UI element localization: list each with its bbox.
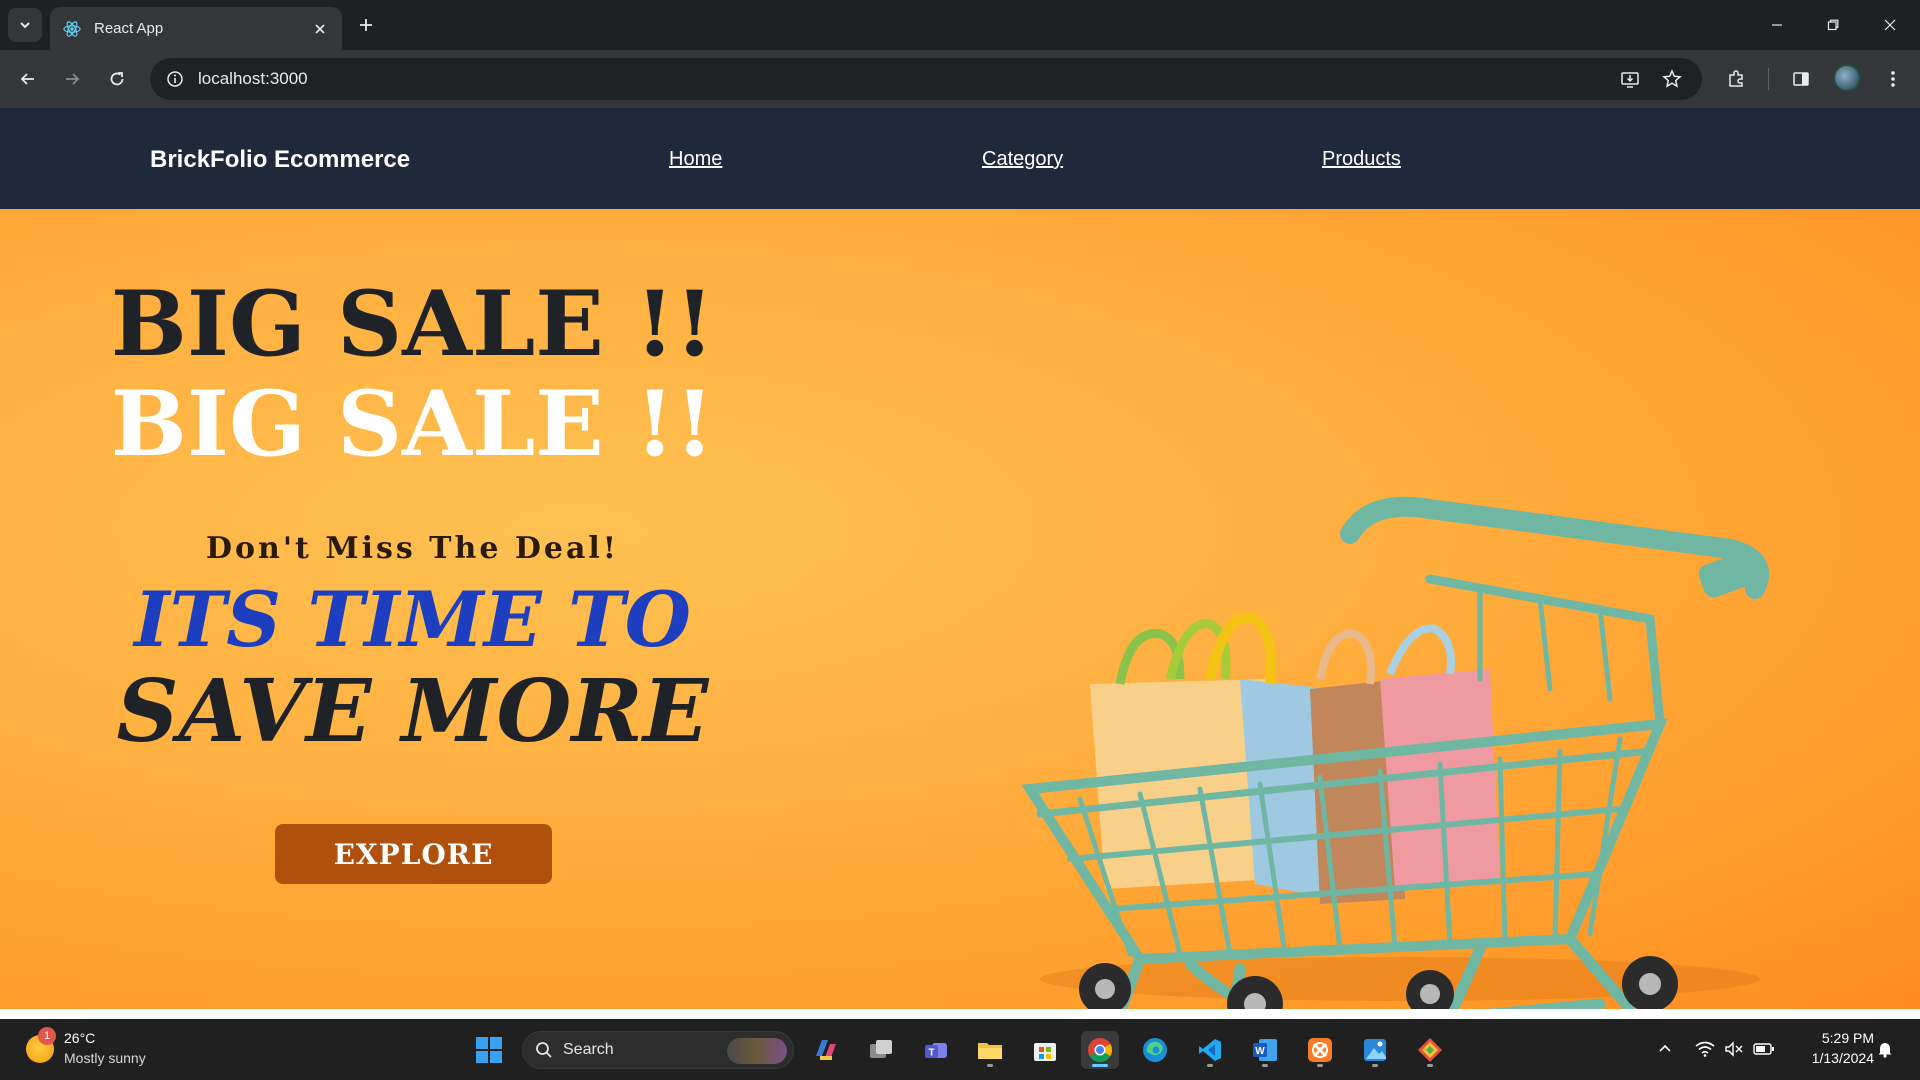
windows-taskbar: 1 26°C Mostly sunny Search T W 5:29 PM 1… bbox=[0, 1019, 1920, 1080]
svg-text:W: W bbox=[1255, 1046, 1265, 1057]
react-icon bbox=[62, 19, 82, 39]
battery-status[interactable] bbox=[1752, 1037, 1776, 1061]
headline-dark: BIG SALE !! bbox=[110, 271, 715, 377]
page-bottom-strip bbox=[0, 1009, 1920, 1019]
side-panel-icon bbox=[1793, 72, 1809, 86]
browser-toolbar: localhost:3000 bbox=[0, 50, 1920, 108]
close-window-button[interactable] bbox=[1873, 10, 1907, 40]
bell-icon bbox=[1878, 1043, 1892, 1058]
notifications-button[interactable] bbox=[1873, 1037, 1897, 1061]
minimize-button[interactable] bbox=[1760, 10, 1794, 40]
taskbar-teams[interactable]: T bbox=[917, 1031, 955, 1069]
restore-icon bbox=[1827, 19, 1839, 31]
taskbar-store[interactable] bbox=[1026, 1031, 1064, 1069]
taskbar-git-tool[interactable] bbox=[1411, 1031, 1449, 1069]
start-button[interactable] bbox=[470, 1031, 508, 1069]
close-icon[interactable] bbox=[310, 19, 330, 39]
speaker-muted-icon bbox=[1725, 1041, 1743, 1057]
search-placeholder: Search bbox=[563, 1041, 614, 1058]
taskbar-vscode[interactable] bbox=[1191, 1031, 1229, 1069]
bookmark-star-icon[interactable] bbox=[1656, 63, 1688, 95]
taskbar-copilot[interactable] bbox=[807, 1031, 845, 1069]
toolbar-divider bbox=[1768, 68, 1769, 90]
battery-icon bbox=[1753, 1043, 1774, 1055]
chevron-down-icon bbox=[20, 22, 30, 29]
tab-search-button[interactable] bbox=[8, 8, 42, 42]
weather-badge: 1 bbox=[38, 1027, 56, 1045]
task-view-icon bbox=[870, 1040, 892, 1058]
taskbar-file-explorer[interactable] bbox=[971, 1031, 1009, 1069]
kebab-menu-icon bbox=[1891, 71, 1895, 87]
windows-logo-icon bbox=[476, 1037, 502, 1063]
reload-button[interactable] bbox=[101, 63, 133, 95]
hero-banner: BIG SALE !! BIG SALE !! Don't Miss The D… bbox=[0, 209, 1920, 1009]
arrow-right-icon bbox=[66, 73, 80, 85]
edge-icon bbox=[1143, 1038, 1167, 1062]
store-icon bbox=[1034, 1043, 1056, 1061]
word-icon: W bbox=[1253, 1039, 1277, 1061]
folder-icon bbox=[978, 1043, 1002, 1059]
headline-white: BIG SALE !! bbox=[110, 371, 715, 477]
volume-status[interactable] bbox=[1722, 1037, 1746, 1061]
search-icon bbox=[536, 1042, 552, 1058]
extensions-button[interactable] bbox=[1720, 63, 1752, 95]
taskbar-word[interactable]: W bbox=[1246, 1031, 1284, 1069]
new-tab-button[interactable] bbox=[352, 11, 380, 39]
taskbar-photos[interactable] bbox=[1356, 1031, 1394, 1069]
git-diamond-icon bbox=[1418, 1038, 1442, 1062]
back-button[interactable] bbox=[12, 63, 44, 95]
clock-time: 5:29 PM bbox=[1821, 1030, 1874, 1046]
arrow-left-icon bbox=[20, 73, 34, 85]
xampp-icon bbox=[1308, 1038, 1332, 1062]
wifi-status[interactable] bbox=[1693, 1037, 1717, 1061]
taskbar-xampp[interactable] bbox=[1301, 1031, 1339, 1069]
copilot-icon bbox=[816, 1040, 836, 1060]
restore-button[interactable] bbox=[1816, 10, 1850, 40]
close-icon bbox=[1884, 19, 1896, 31]
teams-icon: T bbox=[925, 1043, 947, 1059]
site-info-icon[interactable] bbox=[154, 58, 196, 100]
side-panel-button[interactable] bbox=[1785, 63, 1817, 95]
install-app-icon[interactable] bbox=[1614, 63, 1646, 95]
taskbar-chrome[interactable] bbox=[1081, 1031, 1119, 1069]
nav-link-home[interactable]: Home bbox=[669, 148, 722, 171]
forward-button[interactable] bbox=[56, 63, 88, 95]
svg-text:T: T bbox=[928, 1048, 934, 1059]
address-bar[interactable]: localhost:3000 bbox=[150, 58, 1702, 100]
reload-icon bbox=[110, 72, 124, 86]
taskbar-task-view[interactable] bbox=[862, 1031, 900, 1069]
search-highlight-image bbox=[727, 1038, 787, 1064]
shopping-cart-image bbox=[1021, 496, 1769, 1009]
nav-link-category[interactable]: Category bbox=[982, 148, 1063, 171]
weather-description: Mostly sunny bbox=[64, 1050, 146, 1066]
chevron-up-icon bbox=[1659, 1044, 1671, 1052]
clock-date: 1/13/2024 bbox=[1811, 1050, 1874, 1066]
photos-icon bbox=[1364, 1039, 1386, 1061]
plus-icon bbox=[360, 19, 372, 31]
chrome-icon bbox=[1088, 1038, 1113, 1063]
browser-tab[interactable]: React App bbox=[50, 7, 342, 50]
hero-line-dark: SAVE MORE bbox=[116, 661, 709, 762]
hero-line-blue: ITS TIME TO bbox=[134, 575, 691, 664]
vscode-icon bbox=[1199, 1039, 1221, 1061]
nav-link-products[interactable]: Products bbox=[1322, 148, 1401, 171]
menu-button[interactable] bbox=[1877, 63, 1909, 95]
browser-tab-bar: React App bbox=[0, 0, 1920, 50]
taskbar-search[interactable]: Search bbox=[522, 1031, 794, 1069]
hero-text-block: BIG SALE !! BIG SALE !! Don't Miss The D… bbox=[0, 209, 825, 1009]
hero-tagline: Don't Miss The Deal! bbox=[206, 531, 619, 566]
profile-avatar[interactable] bbox=[1833, 64, 1861, 92]
weather-temperature: 26°C bbox=[64, 1030, 96, 1046]
wifi-icon bbox=[1695, 1041, 1715, 1057]
minimize-icon bbox=[1772, 24, 1782, 26]
url-text: localhost:3000 bbox=[198, 69, 308, 88]
brand-logo-text[interactable]: BrickFolio Ecommerce bbox=[150, 146, 410, 174]
explore-button[interactable]: EXPLORE bbox=[275, 824, 552, 884]
show-hidden-icons[interactable] bbox=[1653, 1037, 1677, 1061]
tab-title: React App bbox=[94, 20, 164, 37]
site-navbar: BrickFolio Ecommerce Home Category Produ… bbox=[0, 108, 1920, 209]
puzzle-icon bbox=[1729, 70, 1743, 87]
taskbar-edge[interactable] bbox=[1136, 1031, 1174, 1069]
